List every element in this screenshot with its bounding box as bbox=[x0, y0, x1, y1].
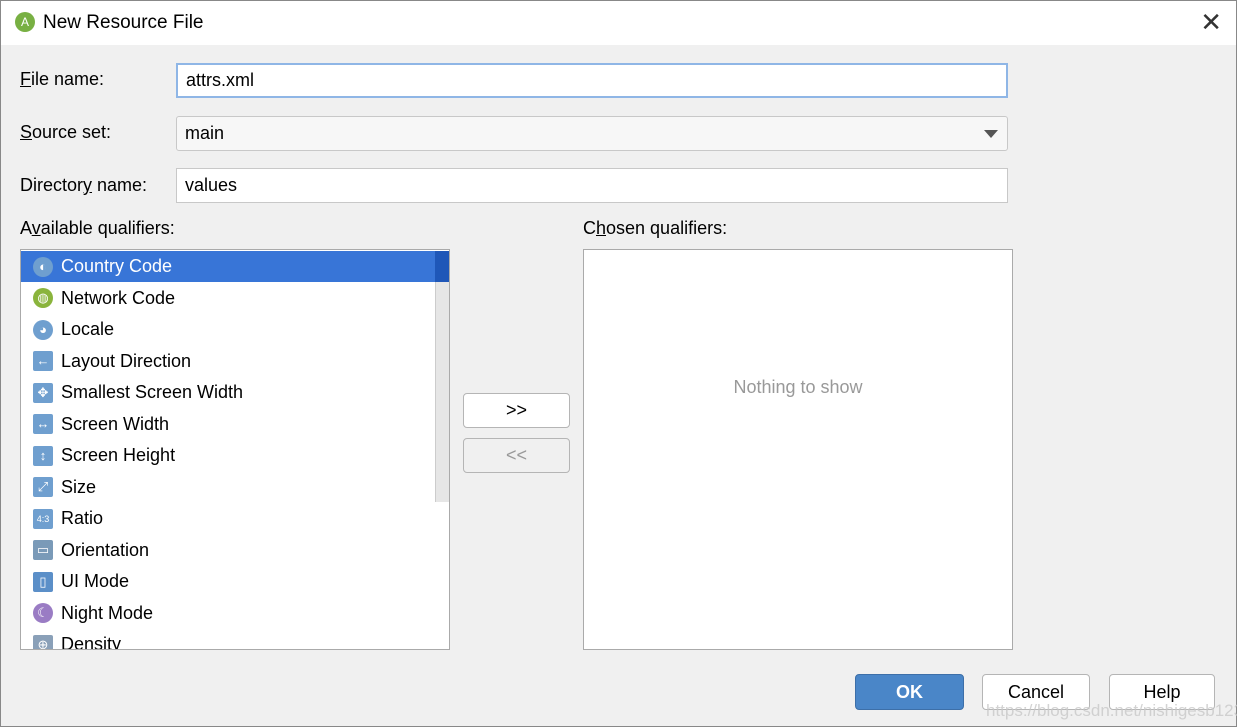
close-icon[interactable]: ✕ bbox=[1200, 7, 1222, 38]
list-item-label: Screen Height bbox=[61, 445, 176, 465]
globe-icon: ◕ bbox=[33, 319, 53, 340]
ratio-icon: 4:3 bbox=[33, 508, 53, 529]
list-item-label: UI Mode bbox=[61, 571, 130, 591]
directory-name-input[interactable]: values bbox=[176, 168, 1008, 203]
list-item[interactable]: ☾ Night Mode bbox=[21, 598, 435, 629]
list-item-label: Locale bbox=[61, 319, 115, 339]
chosen-qualifiers-label: Chosen qualifiers: bbox=[583, 218, 728, 238]
list-item-label: Ratio bbox=[61, 508, 104, 528]
list-item-label: Night Mode bbox=[61, 602, 154, 623]
night-mode-icon: ☾ bbox=[33, 603, 53, 623]
add-qualifier-button[interactable]: >> bbox=[463, 393, 570, 428]
list-item[interactable]: ⊕ Density bbox=[21, 629, 435, 650]
list-item[interactable]: ◕ Locale bbox=[21, 314, 435, 345]
chevron-down-icon bbox=[984, 130, 998, 138]
title-bar: A New Resource File ✕ bbox=[1, 1, 1236, 45]
orientation-icon: ▭ bbox=[33, 540, 53, 560]
scrollbar-thumb-selected bbox=[435, 251, 449, 282]
remove-qualifier-button[interactable]: << bbox=[463, 438, 570, 473]
network-code-icon: ◍ bbox=[33, 288, 53, 308]
dialog-title: New Resource File bbox=[43, 12, 204, 33]
size-icon: ⤢ bbox=[33, 477, 53, 497]
ok-button[interactable]: OK bbox=[855, 674, 964, 710]
list-item[interactable]: ⤢ Size bbox=[21, 472, 435, 503]
list-item[interactable]: 4:3 Ratio bbox=[21, 503, 435, 534]
available-qualifiers-list[interactable]: ⊕ Density ☾ Night Mode ▯ UI Mode ▭ Orientation 4… bbox=[20, 249, 450, 650]
list-item-label: Screen Width bbox=[61, 413, 170, 434]
watermark: https://blog.csdn.net/nishigesb123 bbox=[986, 701, 1237, 720]
country-code-icon: ◐ bbox=[33, 256, 53, 277]
scrollbar-thumb[interactable] bbox=[435, 251, 449, 502]
available-qualifiers-label: Available qualifiers: bbox=[20, 218, 175, 238]
list-item-label: Network Code bbox=[61, 287, 176, 308]
list-item[interactable]: ↕ Screen Height bbox=[21, 440, 435, 471]
source-set-label: Source set: bbox=[20, 122, 112, 142]
source-set-dropdown[interactable]: main bbox=[176, 116, 1008, 151]
list-item-label: Orientation bbox=[61, 539, 150, 560]
list-item-label: Layout Direction bbox=[61, 350, 192, 371]
ui-mode-icon: ▯ bbox=[33, 571, 53, 592]
list-item[interactable]: ▯ UI Mode bbox=[21, 566, 435, 597]
file-name-input[interactable]: attrs.xml bbox=[176, 63, 1008, 98]
smallest-width-icon: ✥ bbox=[33, 382, 53, 403]
chosen-qualifiers-list[interactable]: Nothing to show bbox=[583, 249, 1013, 650]
scrollbar[interactable] bbox=[435, 250, 449, 649]
list-item[interactable]: ✥ Smallest Screen Width bbox=[21, 377, 435, 408]
android-studio-icon: A bbox=[15, 12, 35, 32]
list-item-label: Country Code bbox=[61, 256, 173, 276]
list-item[interactable]: ▭ Orientation bbox=[21, 535, 435, 566]
list-item-label: Smallest Screen Width bbox=[61, 382, 244, 402]
directory-name-label: Directory name: bbox=[20, 175, 148, 195]
file-name-label: File name: bbox=[20, 69, 105, 89]
list-item[interactable]: ◍ Network Code bbox=[21, 283, 435, 314]
list-item-label: Size bbox=[61, 476, 97, 497]
list-item-label: Density bbox=[61, 634, 122, 650]
empty-state-text: Nothing to show bbox=[733, 377, 863, 397]
screen-width-icon: ↔ bbox=[33, 414, 53, 434]
screen-height-icon: ↕ bbox=[33, 445, 53, 466]
source-set-value: main bbox=[185, 123, 225, 143]
density-icon: ⊕ bbox=[33, 634, 53, 649]
list-item[interactable]: ← Layout Direction bbox=[21, 346, 435, 377]
list-item[interactable]: ↔ Screen Width bbox=[21, 409, 435, 440]
list-item[interactable]: ◐ Country Code bbox=[21, 251, 435, 282]
layout-direction-icon: ← bbox=[33, 351, 53, 371]
